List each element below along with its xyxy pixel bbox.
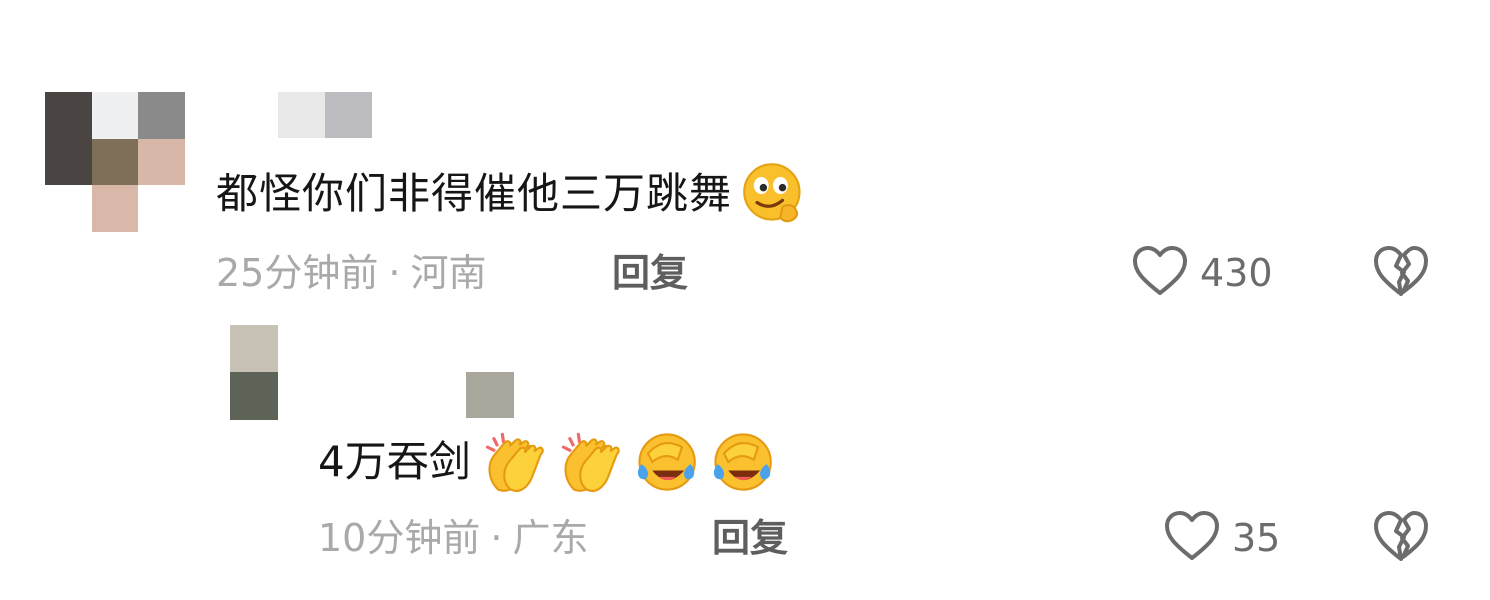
username-blurred[interactable] bbox=[466, 372, 514, 418]
broken-heart-icon[interactable] bbox=[1372, 244, 1430, 302]
comment-location: 河南 bbox=[410, 251, 487, 295]
meta-separator: · bbox=[388, 251, 401, 295]
broken-heart-icon[interactable] bbox=[1372, 509, 1430, 567]
laughing-tears-emoji bbox=[631, 428, 699, 496]
clapping-hands-emoji bbox=[555, 428, 623, 496]
like-count: 35 bbox=[1232, 516, 1281, 560]
dislike-button[interactable] bbox=[1372, 510, 1430, 566]
like-count: 430 bbox=[1200, 251, 1273, 295]
meta-separator: · bbox=[490, 516, 503, 560]
heart-icon[interactable] bbox=[1164, 510, 1220, 566]
smirk-thinking-emoji bbox=[740, 160, 808, 228]
comment-section: 都怪你们非得催他三万跳舞 25分钟前 · 河南 回复 430 4万吞剑 10分钟… bbox=[0, 0, 1490, 600]
comment-time: 10分钟前 bbox=[318, 516, 481, 560]
username-blurred[interactable] bbox=[278, 92, 372, 138]
comment-meta: 10分钟前 · 广东 bbox=[318, 510, 588, 566]
avatar[interactable] bbox=[230, 325, 280, 420]
clapping-hands-emoji bbox=[479, 428, 547, 496]
comment-meta: 25分钟前 · 河南 bbox=[216, 245, 486, 301]
like-button[interactable]: 430 bbox=[1132, 245, 1273, 301]
reply-button[interactable]: 回复 bbox=[712, 510, 788, 566]
like-button[interactable]: 35 bbox=[1164, 510, 1280, 566]
comment-text: 都怪你们非得催他三万跳舞 bbox=[216, 160, 808, 228]
comment-location: 广东 bbox=[512, 516, 589, 560]
comment-text: 4万吞剑 bbox=[318, 428, 775, 496]
heart-icon[interactable] bbox=[1132, 245, 1188, 301]
comment-time: 25分钟前 bbox=[216, 251, 379, 295]
laughing-tears-emoji bbox=[707, 428, 775, 496]
dislike-button[interactable] bbox=[1372, 245, 1430, 301]
avatar[interactable] bbox=[45, 92, 185, 232]
reply-button[interactable]: 回复 bbox=[612, 245, 688, 301]
